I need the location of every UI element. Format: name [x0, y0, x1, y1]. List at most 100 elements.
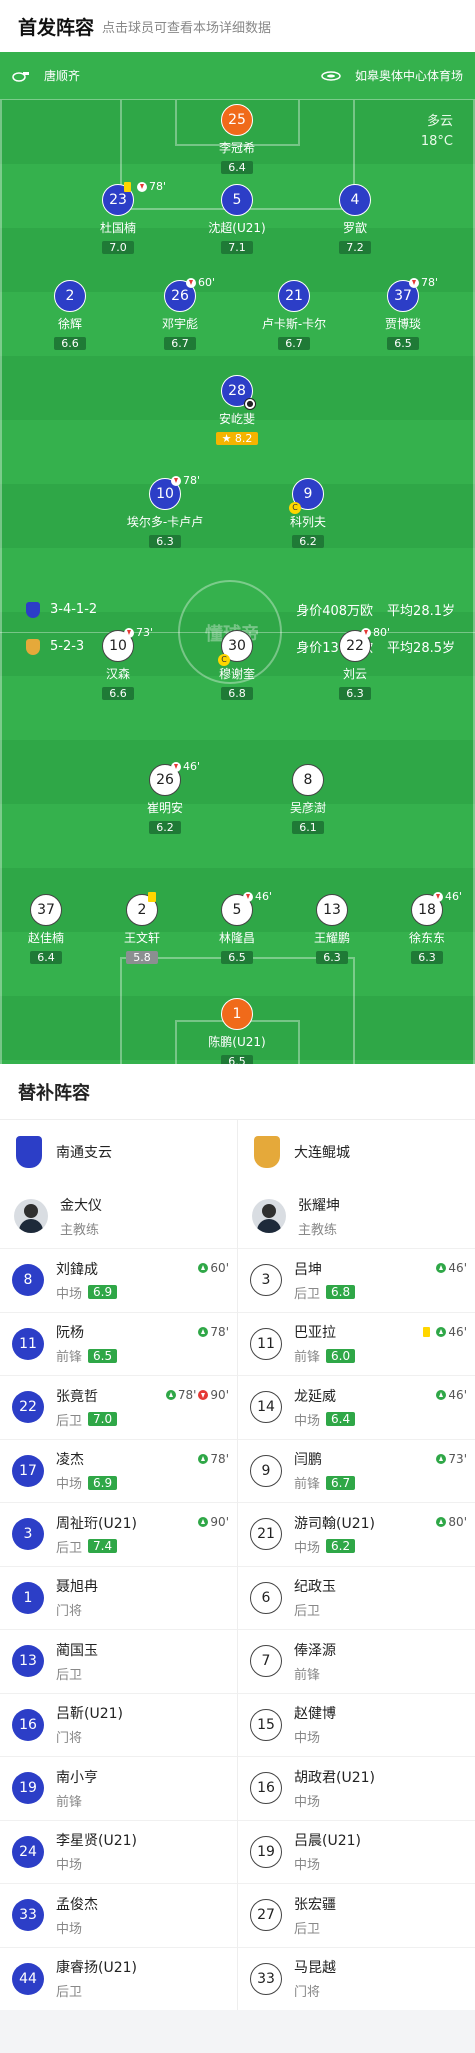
jersey-number: 11 — [12, 1327, 44, 1360]
player-position: 中场 — [56, 1921, 83, 1937]
substitute-row[interactable]: 27 张宏疆 后卫 — [238, 1883, 475, 1947]
away-player[interactable]: 13 王耀鹏 6.3 — [277, 894, 387, 965]
player-info: 赵健博 中场 — [294, 1703, 336, 1746]
player-rating: 6.2 — [149, 821, 181, 834]
player-meta: 门将 — [56, 1600, 98, 1619]
away-player[interactable]: 2 王文轩 5.8 — [87, 892, 197, 965]
substitute-row[interactable]: 21 游司翰(U21) 中场 6.2 80' — [238, 1502, 475, 1566]
player-rating: 6.3 — [316, 951, 348, 964]
player-rating: 6.5 — [221, 1055, 253, 1064]
home-player[interactable]: 4 罗歆 7.2 — [300, 184, 410, 255]
player-meta: 后卫 7.4 — [56, 1537, 137, 1556]
yellow-card-icon — [124, 181, 131, 192]
substitute-row[interactable]: 14 龙延威 中场 6.4 46' — [238, 1375, 475, 1439]
substitute-row[interactable]: 44 康睿扬(U21) 后卫 — [0, 1946, 237, 2011]
home-player[interactable]: 10 78' 埃尔多-卡卢卢 6.3 — [110, 474, 220, 549]
away-team-row[interactable]: 大连鲲城 — [238, 1120, 475, 1184]
player-position: 后卫 — [294, 1286, 321, 1302]
player-info: 马昆越 门将 — [294, 1957, 336, 2000]
player-info: 龙延威 中场 6.4 — [294, 1386, 356, 1429]
home-team-row[interactable]: 南通支云 — [0, 1120, 237, 1184]
player-position: 前锋 — [56, 1350, 83, 1366]
substitute-row[interactable]: 9 闫鹏 前锋 6.7 73' — [238, 1438, 475, 1503]
substitute-row[interactable]: 6 纪政玉 后卫 — [238, 1565, 475, 1630]
jersey-number: 9 — [250, 1454, 282, 1487]
substitute-row[interactable]: 17 凌杰 中场 6.9 78' — [0, 1438, 237, 1503]
player-meta: 中场 6.4 — [294, 1410, 356, 1429]
away-player[interactable]: 10 73' 汉森 6.6 — [63, 626, 173, 701]
player-name: 纪政玉 — [294, 1579, 336, 1596]
home-player[interactable]: 21 卢卡斯-卡尔 6.7 — [239, 280, 349, 351]
home-player[interactable]: 5 沈超(U21) 7.1 — [182, 184, 292, 255]
coach-name: 金大仪 — [60, 1197, 102, 1214]
sub-in-minute: 60' — [210, 1261, 229, 1275]
sub-minute: 78' — [149, 180, 167, 193]
home-player[interactable]: 9 C 科列夫 6.2 — [253, 478, 363, 549]
player-rating: 6.4 — [30, 951, 62, 964]
player-name: 闫鹏 — [294, 1452, 322, 1469]
sub-in-icon — [436, 1390, 447, 1400]
player-name: 赵健博 — [294, 1706, 336, 1723]
sub-out-icon — [409, 277, 419, 288]
substitute-row[interactable]: 3 吕坤 后卫 6.8 46' — [238, 1248, 475, 1312]
player-name: 穆谢奎 — [218, 667, 255, 681]
away-coach[interactable]: 张耀坤 主教练 — [238, 1184, 475, 1248]
substitute-row[interactable]: 3 周祉珩(U21) 后卫 7.4 90' — [0, 1502, 237, 1566]
lineup-header: 首发阵容 点击球员可查看本场详细数据 — [0, 0, 475, 52]
player-meta: 中场 6.9 — [56, 1283, 118, 1302]
substitute-row[interactable]: 33 马昆越 门将 — [238, 1946, 475, 2011]
home-player[interactable]: 25 李冠希 6.4 — [182, 104, 292, 175]
player-name: 俸泽源 — [294, 1642, 336, 1659]
player-meta: 后卫 7.0 — [56, 1410, 118, 1429]
home-coach[interactable]: 金大仪 主教练 — [0, 1184, 237, 1248]
player-rating: 6.3 — [149, 535, 181, 548]
away-player[interactable]: 37 赵佳楠 6.4 — [0, 894, 101, 965]
away-player[interactable]: 1 陈鹏(U21) 6.5 — [182, 998, 292, 1064]
substitute-row[interactable]: 11 巴亚拉 前锋 6.0 46' — [238, 1311, 475, 1376]
home-player[interactable]: 28 ● 安屹斐 ★ 8.2 — [182, 375, 292, 446]
player-info: 巴亚拉 前锋 6.0 — [294, 1322, 356, 1365]
substitute-row[interactable]: 33 孟俊杰 中场 — [0, 1883, 237, 1947]
substitute-row[interactable]: 24 李星贤(U21) 中场 — [0, 1819, 237, 1884]
away-player[interactable]: 8 吴彦澍 6.1 — [253, 764, 363, 835]
away-player[interactable]: 26 46' 崔明安 6.2 — [110, 760, 220, 835]
substitute-row[interactable]: 1 聂旭冉 门将 — [0, 1565, 237, 1630]
player-name: 林隆昌 — [218, 931, 255, 945]
away-player[interactable]: 22 80' 刘云 6.3 — [300, 626, 410, 701]
jersey-number: 16 — [250, 1772, 282, 1805]
player-position: 中场 — [294, 1858, 321, 1874]
home-player[interactable]: 2 徐辉 6.6 — [15, 280, 125, 351]
substitution-events: 73' — [436, 1452, 467, 1466]
substitute-row[interactable]: 15 赵健博 中场 — [238, 1692, 475, 1757]
player-info: 阮杨 前锋 6.5 — [56, 1322, 118, 1366]
sub-minute: 46' — [255, 890, 273, 903]
player-name: 邓宇彪 — [161, 317, 198, 331]
jersey-number: 37 — [30, 894, 62, 926]
home-player[interactable]: 23 78' 杜国楠 7.0 — [63, 180, 173, 255]
substitute-row[interactable]: 19 南小亨 前锋 — [0, 1756, 237, 1820]
substitute-row[interactable]: 16 胡政君(U21) 中场 — [238, 1756, 475, 1820]
home-player[interactable]: 26 60' 邓宇彪 6.7 — [125, 276, 235, 351]
away-player[interactable]: 30 C 穆谢奎 6.8 — [182, 630, 292, 701]
sub-out-icon — [171, 761, 181, 772]
substitute-row[interactable]: 16 吕靳(U21) 门将 — [0, 1692, 237, 1757]
sub-minute: 60' — [198, 276, 216, 289]
substitution-events: 46' — [436, 1388, 467, 1402]
substitute-row[interactable]: 11 阮杨 前锋 6.5 78' — [0, 1311, 237, 1376]
player-rating: 6.0 — [326, 1348, 356, 1363]
substitute-row[interactable]: 22 张竟哲 后卫 7.0 78' 90' — [0, 1375, 237, 1439]
sub-in-icon — [436, 1517, 447, 1527]
substitute-row[interactable]: 13 蔺国玉 后卫 — [0, 1629, 237, 1693]
substitute-row[interactable]: 8 刘鍏成 中场 6.9 60' — [0, 1248, 237, 1312]
player-name: 李星贤(U21) — [56, 1833, 137, 1850]
player-info: 纪政玉 后卫 — [294, 1576, 336, 1619]
home-player[interactable]: 37 78' 贾博琰 6.5 — [348, 276, 458, 351]
substitute-row[interactable]: 19 吕晨(U21) 中场 — [238, 1819, 475, 1884]
player-meta: 门将 — [56, 1727, 123, 1746]
sub-out-icon — [124, 627, 134, 638]
player-rating: 7.2 — [339, 241, 371, 254]
substitute-row[interactable]: 7 俸泽源 前锋 — [238, 1629, 475, 1693]
away-player[interactable]: 5 46' 林隆昌 6.5 — [182, 890, 292, 965]
away-player[interactable]: 18 46' 徐东东 6.3 — [372, 890, 475, 965]
jersey-number: 13 — [12, 1645, 44, 1678]
